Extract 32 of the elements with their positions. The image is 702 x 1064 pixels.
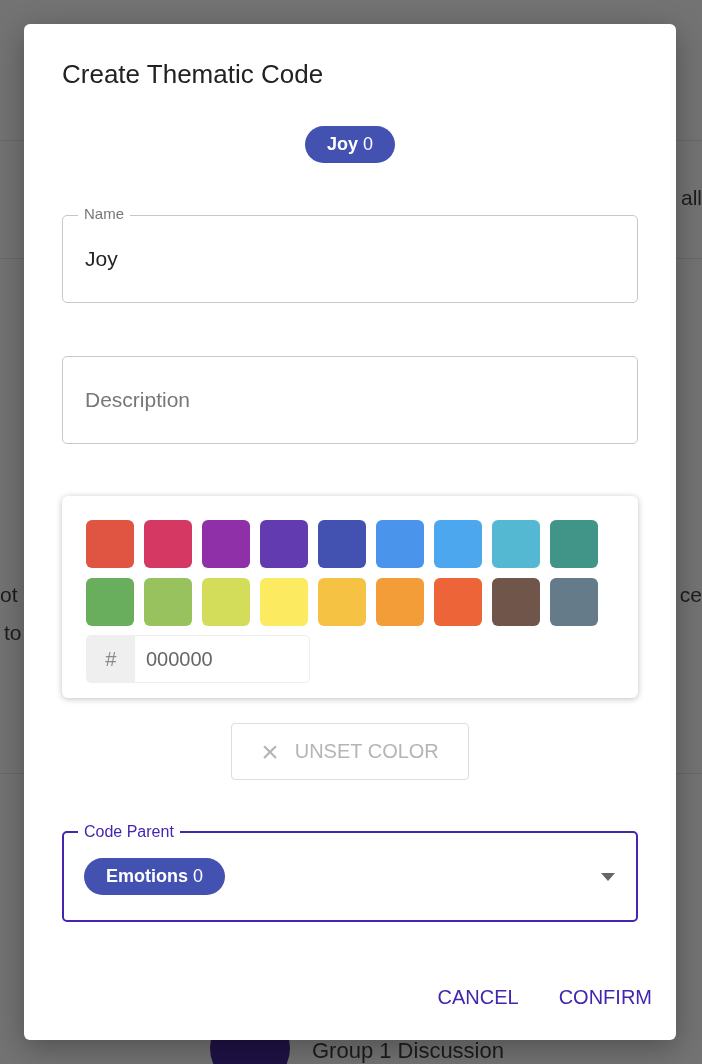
color-swatch[interactable]: [144, 578, 192, 626]
color-swatch[interactable]: [550, 520, 598, 568]
color-swatch[interactable]: [376, 520, 424, 568]
color-swatch[interactable]: [434, 520, 482, 568]
background-text: to: [4, 621, 22, 645]
color-swatch[interactable]: [86, 520, 134, 568]
hex-input-field[interactable]: 000000: [135, 635, 310, 683]
color-swatch[interactable]: [318, 578, 366, 626]
cancel-button[interactable]: CANCEL: [437, 985, 519, 1009]
color-swatch[interactable]: [434, 578, 482, 626]
dropdown-caret-icon: [601, 872, 615, 881]
background-text: ot: [0, 583, 18, 607]
color-swatch[interactable]: [260, 520, 308, 568]
color-swatch[interactable]: [376, 578, 424, 626]
parent-chip: Emotions 0: [84, 858, 226, 895]
color-swatch[interactable]: [86, 578, 134, 626]
color-swatch[interactable]: [318, 520, 366, 568]
code-chip: Joy 0: [304, 126, 395, 163]
color-swatch[interactable]: [144, 520, 192, 568]
dialog-title: Create Thematic Code: [62, 58, 324, 91]
color-swatch[interactable]: [202, 578, 250, 626]
color-swatch[interactable]: [202, 520, 250, 568]
color-swatch[interactable]: [550, 578, 598, 626]
color-swatch[interactable]: [492, 520, 540, 568]
color-swatch[interactable]: [492, 578, 540, 626]
list-item-title: Group 1 Discussion: [312, 1038, 504, 1064]
color-swatch[interactable]: [260, 578, 308, 626]
description-field[interactable]: Description: [62, 356, 638, 444]
background-text: all: [681, 186, 702, 210]
background-text: ce: [679, 583, 702, 607]
confirm-button[interactable]: CONFIRM: [558, 985, 652, 1009]
hash-prefix: #: [86, 635, 135, 683]
